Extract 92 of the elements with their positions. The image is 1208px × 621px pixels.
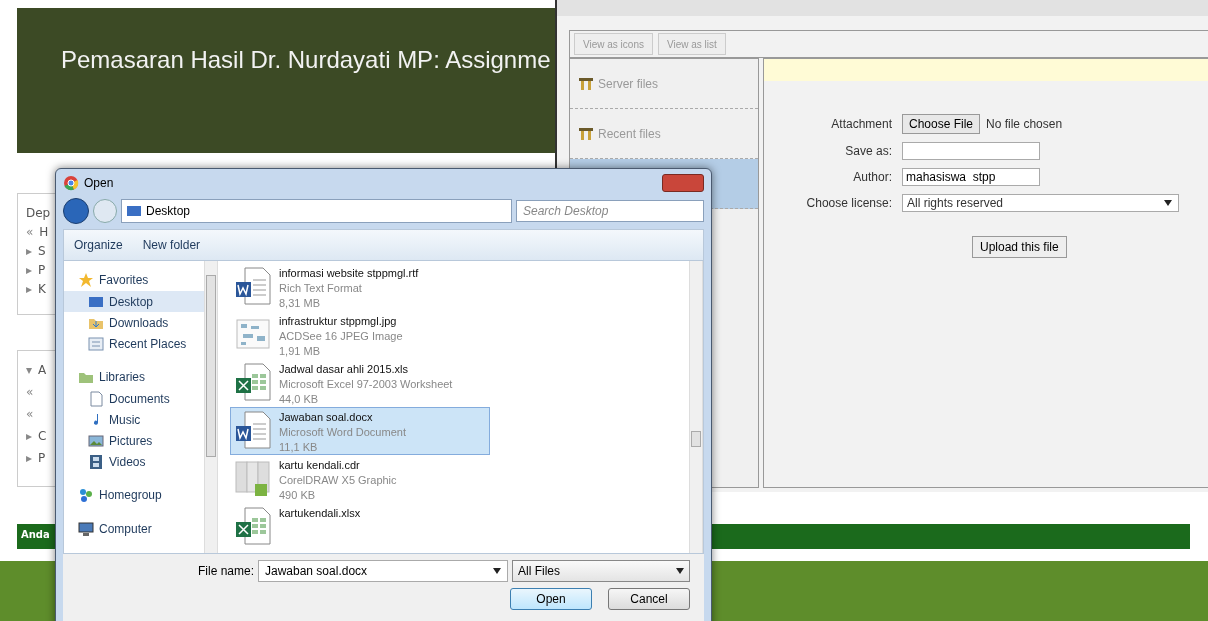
file-size: 1,91 MB: [279, 344, 321, 359]
browser-logo-icon: [63, 174, 79, 191]
menu-item[interactable]: A: [38, 363, 47, 377]
star-icon: [78, 272, 94, 288]
save-as-field[interactable]: [902, 142, 1040, 160]
close-button[interactable]: [662, 173, 704, 192]
nav-item[interactable]: Documents: [64, 388, 204, 409]
field-label: File name:: [197, 564, 254, 578]
computer-icon: [78, 521, 94, 537]
upload-button[interactable]: Upload this file: [972, 236, 1067, 258]
list-marker: ▸: [26, 429, 33, 443]
menu-item[interactable]: S: [38, 244, 46, 258]
repository-icon: [578, 77, 594, 90]
pictures-icon: [88, 432, 104, 449]
file-item[interactable]: infrastruktur stppmgl.jpg ACDSee 16 JPEG Image 1,91 MB: [230, 311, 490, 359]
nav-item[interactable]: Videos: [64, 451, 204, 472]
nav-item[interactable]: Music: [64, 409, 204, 430]
file-type: ACDSee 16 JPEG Image: [279, 329, 403, 344]
menu-item[interactable]: H: [39, 225, 49, 239]
block-heading: Dep: [26, 206, 51, 220]
field-label: Author:: [852, 170, 892, 184]
nav-item[interactable]: Downloads: [64, 312, 204, 333]
menu-item[interactable]: C: [38, 429, 47, 443]
list-marker: «: [26, 407, 34, 421]
back-button[interactable]: [63, 198, 89, 224]
dialog-button[interactable]: Open: [510, 588, 592, 610]
author-field[interactable]: mahasiswa stpp: [902, 168, 1040, 186]
file-item[interactable]: kartu kendali.cdr CorelDRAW X5 Graphic 490 KB: [230, 455, 490, 503]
nav-item[interactable]: Libraries: [64, 366, 204, 388]
spreadsheet-icon: [233, 506, 273, 546]
document-icon: [88, 390, 104, 407]
file-type: Microsoft Excel 97-2003 Worksheet: [279, 377, 453, 392]
file-item[interactable]: informasi website stppmgl.rtf Rich Text Format 8,31 MB: [230, 263, 490, 311]
file-type: Rich Text Format: [279, 281, 363, 296]
file-name: Jawaban soal.docx: [279, 410, 374, 425]
menu-item[interactable]: P: [38, 451, 46, 465]
list-marker: ▸: [26, 263, 33, 277]
toolbar-button[interactable]: New folder: [142, 238, 201, 252]
file-size: 11,1 KB: [279, 440, 319, 455]
file-name: informasi website stppmgl.rtf: [279, 266, 419, 281]
nav-item[interactable]: Recent Places: [64, 333, 204, 354]
menu-item[interactable]: P: [38, 263, 46, 277]
file-name: Jadwal dasar ahli 2015.xls: [279, 362, 410, 377]
film-icon: [88, 453, 104, 470]
caret-icon: [676, 568, 684, 574]
license-dropdown[interactable]: All rights reserved: [902, 194, 1179, 212]
no-file-text: No file chosen: [986, 117, 1063, 131]
caret-icon: [493, 568, 501, 574]
word-document-icon: [233, 410, 273, 450]
dialog-title: Open: [84, 175, 115, 190]
word-document-icon: [233, 266, 273, 306]
spreadsheet-icon: [233, 362, 273, 402]
file-name: kartu kendali.cdr: [279, 458, 361, 473]
file-item[interactable]: Jadwal dasar ahli 2015.xls Microsoft Excel 97-2003 Worksheet 44,0 KB: [230, 359, 490, 407]
file-name: kartukendali.xlsx: [279, 506, 361, 521]
list-marker: ▸: [26, 282, 33, 296]
list-marker: «: [26, 225, 34, 239]
nav-item[interactable]: Pictures: [64, 430, 204, 451]
file-size: 8,31 MB: [279, 296, 321, 311]
nav-item[interactable]: Homegroup: [64, 484, 204, 506]
nav-item[interactable]: Desktop: [64, 291, 204, 312]
address-bar[interactable]: Desktop: [121, 199, 512, 223]
field-label: Choose license:: [805, 196, 892, 210]
file-type: CorelDRAW X5 Graphic: [279, 473, 397, 488]
file-name: infrastruktur stppmgl.jpg: [279, 314, 398, 329]
toolbar-button[interactable]: Organize: [74, 238, 123, 252]
desktop-icon: [126, 203, 142, 219]
menu-item[interactable]: K: [38, 282, 46, 296]
caret-icon: [1164, 200, 1172, 206]
nav-item[interactable]: Favorites: [64, 269, 204, 291]
search-field[interactable]: Search Desktop: [516, 200, 704, 222]
field-label: Attachment: [830, 117, 892, 131]
file-type-dropdown[interactable]: All Files: [512, 560, 690, 582]
course-title: Pemasaran Hasil Dr. Nurdayati MP: Assignme: [61, 46, 551, 73]
repository-icon: [578, 127, 594, 140]
file-size: 490 KB: [279, 488, 317, 503]
scrollbar[interactable]: [204, 261, 218, 553]
file-type: Microsoft Word Document: [279, 425, 406, 440]
field-label: Save as:: [844, 144, 892, 158]
list-marker: ▾: [26, 363, 33, 377]
recent-places-icon: [88, 335, 104, 352]
list-marker: «: [26, 385, 34, 399]
list-marker: ▸: [26, 244, 33, 258]
file-size: 44,0 KB: [279, 392, 320, 407]
file-name-field[interactable]: Jawaban soal.docx: [258, 560, 508, 582]
dialog-button[interactable]: Cancel: [608, 588, 690, 610]
scrollbar[interactable]: [689, 261, 703, 553]
homegroup-icon: [78, 487, 94, 503]
choose-file-button[interactable]: Choose File: [902, 114, 981, 134]
file-item[interactable]: Jawaban soal.docx Microsoft Word Document 11,1 KB: [230, 407, 490, 455]
graphic-file-icon: [233, 458, 273, 498]
list-marker: ▸: [26, 451, 33, 465]
